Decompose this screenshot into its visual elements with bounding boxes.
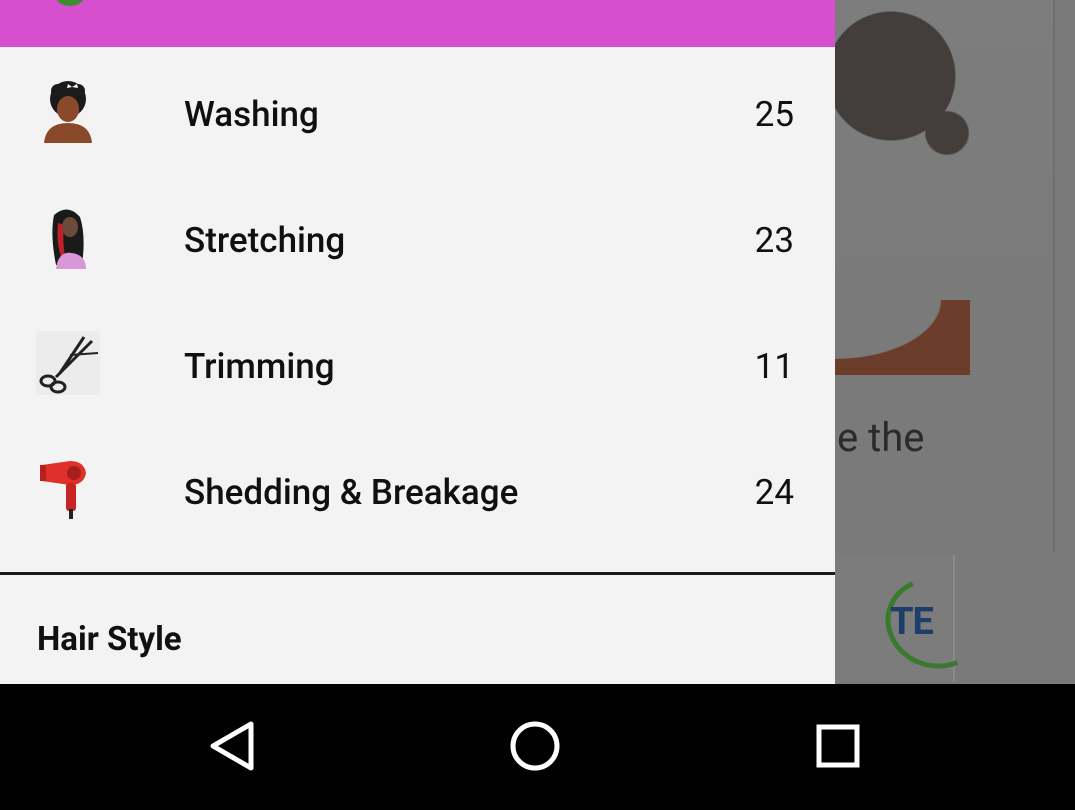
- section-title-hair-style: Hair Style: [37, 620, 182, 659]
- afro-woman-icon: [36, 79, 100, 143]
- scissors-icon: [36, 331, 100, 395]
- background-card-edge: [1053, 0, 1055, 552]
- drawer-item-label: Stretching: [184, 220, 346, 261]
- drawer-item-count: 11: [754, 346, 794, 387]
- recents-square-icon: [816, 724, 860, 768]
- drawer-item-count: 25: [754, 94, 794, 135]
- drawer-item-stretching[interactable]: Stretching 23: [0, 175, 835, 301]
- drawer-item-label: Shedding & Breakage: [184, 472, 519, 513]
- drawer-item-trimming[interactable]: Trimming 11: [0, 301, 835, 427]
- drawer-item-label: Washing: [184, 94, 319, 135]
- home-button[interactable]: [496, 706, 576, 786]
- drawer-item-shedding-breakage[interactable]: Shedding & Breakage 24: [0, 427, 835, 553]
- drawer-divider: [0, 572, 835, 575]
- long-hair-woman-icon: [36, 205, 100, 269]
- recents-button[interactable]: [799, 706, 879, 786]
- drawer-item-label: Trimming: [184, 346, 335, 387]
- hair-dryer-icon: [36, 457, 100, 521]
- drawer-item-count: 24: [754, 472, 794, 513]
- home-circle-icon: [510, 721, 560, 771]
- navigation-drawer: Washing 25 Stretching 23 Trimming 11 She…: [0, 0, 835, 684]
- drawer-item-count: 23: [754, 220, 794, 261]
- back-triangle-icon: [210, 721, 254, 771]
- background-shoulder-image-detail: [835, 300, 970, 375]
- leaf-icon: [55, 0, 85, 6]
- ad-logo: TE: [890, 600, 934, 644]
- back-button[interactable]: [193, 706, 273, 786]
- background-hair-image-detail: [835, 0, 975, 190]
- drawer-item-washing[interactable]: Washing 25: [0, 49, 835, 175]
- background-article-text: e the: [837, 414, 925, 461]
- system-navigation-bar: [0, 684, 1075, 810]
- drawer-item-active[interactable]: [0, 0, 835, 47]
